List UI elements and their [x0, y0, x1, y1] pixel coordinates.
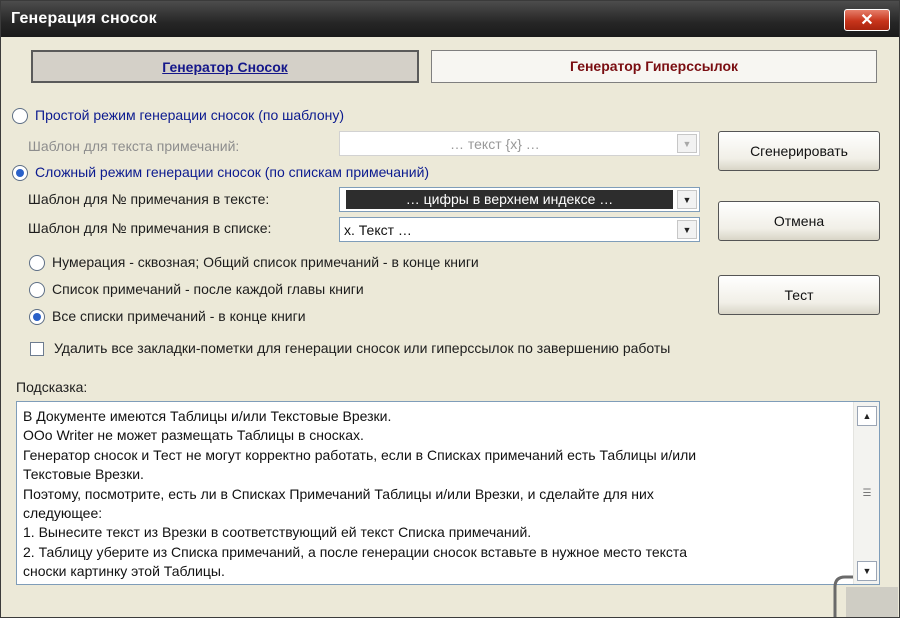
hint-line: Текстовые Врезки.	[23, 466, 144, 483]
hint-label: Подсказка:	[16, 379, 88, 395]
numbering-all-end-label[interactable]: Все списки примечаний - в конце книги	[52, 308, 306, 324]
hint-textarea[interactable]: В Документе имеются Таблицы и/или Тексто…	[16, 401, 880, 585]
tab-hyperlink-generator-label: Генератор Гиперссылок	[569, 58, 739, 74]
simple-template-value: … текст {x} …	[450, 136, 540, 152]
tab-footnote-generator[interactable]: Генератор Сносок	[31, 50, 419, 83]
generate-button[interactable]: Сгенерировать	[718, 131, 880, 171]
hint-line: В Документе имеются Таблицы и/или Тексто…	[23, 408, 392, 424]
note-number-text-combo[interactable]: … цифры в верхнем индексе … ▼	[339, 187, 700, 212]
simple-mode-radio[interactable]	[12, 108, 28, 124]
delete-bookmarks-label[interactable]: Удалить все закладки-пометки для генерац…	[54, 340, 670, 356]
test-button[interactable]: Тест	[718, 275, 880, 315]
hint-line: следующее:	[23, 505, 103, 522]
scroll-grip-icon[interactable]: ☰	[859, 488, 875, 500]
dropdown-arrow-icon[interactable]: ▼	[677, 134, 697, 153]
note-number-list-value: x. Текст …	[344, 222, 412, 238]
numbering-global-label[interactable]: Нумерация - сквозная; Общий список приме…	[52, 254, 479, 270]
note-number-text-value: … цифры в верхнем индексе …	[346, 190, 673, 209]
simple-template-combo[interactable]: … текст {x} … ▼	[339, 131, 700, 156]
hint-line: Поэтому, посмотрите, есть ли в Списках П…	[23, 485, 654, 502]
numbering-per-chapter-label[interactable]: Список примечаний - после каждой главы к…	[52, 281, 364, 297]
hint-line: 1. Вынесите текст из Врезки в соответств…	[23, 524, 532, 541]
dropdown-arrow-icon[interactable]: ▼	[677, 220, 697, 239]
complex-mode-radio[interactable]	[12, 165, 28, 181]
numbering-all-end-radio[interactable]	[29, 309, 45, 325]
tab-hyperlink-generator[interactable]: Генератор Гиперссылок	[431, 50, 877, 83]
hint-line: 2. Таблицу уберите из Списка примечаний,…	[23, 543, 687, 560]
dropdown-arrow-icon[interactable]: ▼	[677, 190, 697, 209]
cancel-button[interactable]: Отмена	[718, 201, 880, 241]
numbering-global-radio[interactable]	[29, 255, 45, 271]
note-number-text-label: Шаблон для № примечания в тексте:	[28, 191, 270, 207]
scroll-up-icon[interactable]: ▲	[857, 406, 877, 426]
simple-template-label: Шаблон для текста примечаний:	[28, 138, 240, 154]
tab-footnote-generator-label: Генератор Сносок	[162, 59, 288, 75]
note-number-list-label: Шаблон для № примечания в списке:	[28, 220, 272, 236]
close-button[interactable]: ✕	[844, 9, 890, 31]
window-title: Генерация сносок	[11, 10, 157, 27]
resize-grip-icon[interactable]	[831, 571, 871, 619]
hint-line: OOo Writer не может размещать Таблицы в …	[23, 427, 364, 444]
simple-mode-label[interactable]: Простой режим генерации сносок (по шабло…	[35, 107, 344, 123]
hint-line: Генератор сносок и Тест не могут коррект…	[23, 446, 697, 463]
hint-text: В Документе имеются Таблицы и/или Тексто…	[23, 407, 845, 582]
delete-bookmarks-checkbox[interactable]	[30, 342, 44, 356]
footnote-generation-dialog: Генерация сносок ✕ Генератор Сносок Гене…	[0, 0, 900, 618]
note-number-list-combo[interactable]: x. Текст … ▼	[339, 217, 700, 242]
numbering-per-chapter-radio[interactable]	[29, 282, 45, 298]
hint-line: сноски картинку этой Таблицы.	[23, 563, 225, 580]
hint-scrollbar[interactable]: ▲ ☰ ▼	[853, 402, 879, 584]
title-bar: Генерация сносок ✕	[1, 1, 899, 37]
complex-mode-label[interactable]: Сложный режим генерации сносок (по списк…	[35, 164, 429, 180]
